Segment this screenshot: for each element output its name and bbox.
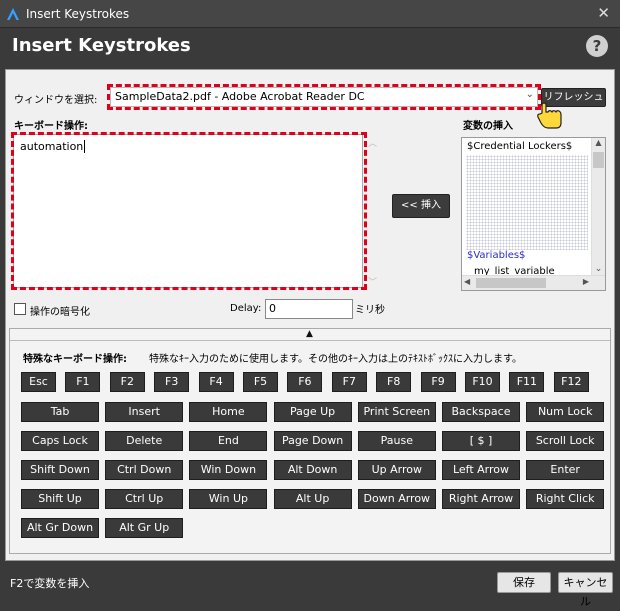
keyboard-label: キーボード操作: (14, 121, 88, 132)
window-select-label: ウィンドウを選択: (14, 95, 98, 106)
page-title: Insert Keystrokes (12, 35, 191, 56)
key-button[interactable]: F10 (465, 372, 500, 392)
window-select-value: SampleData2.pdf - Adobe Acrobat Reader D… (115, 90, 365, 103)
title-bar: Insert Keystrokes ✕ (0, 0, 620, 28)
key-button[interactable]: F2 (109, 372, 145, 392)
key-button[interactable]: Up Arrow (357, 460, 436, 480)
key-button[interactable]: Esc (21, 372, 56, 392)
window-select-dropdown[interactable]: SampleData2.pdf - Adobe Acrobat Reader D… (110, 87, 538, 107)
key-button[interactable]: Left Arrow (442, 460, 520, 480)
close-icon[interactable]: ✕ (597, 4, 610, 22)
key-button[interactable]: Tab (21, 402, 99, 422)
key-button[interactable]: F9 (420, 372, 456, 392)
delay-label: Delay: (230, 303, 262, 314)
key-button[interactable]: Home (189, 402, 268, 422)
textarea-scrollbar[interactable]: ︿ ﹀ (366, 134, 378, 288)
delay-input[interactable]: 0 (265, 299, 353, 319)
footer: F2で変数を挿入 保存 キャンセル (0, 563, 620, 608)
variables-label: 変数の挿入 (463, 121, 513, 132)
special-keys-section: ▲ 特殊なキーボード操作: 特殊なｷｰ入力のために使用します。その他のｷｰ入力は… (9, 328, 611, 554)
chevron-down-icon: ⌄ (525, 89, 534, 100)
key-button[interactable]: F12 (553, 372, 589, 392)
cancel-button[interactable]: キャンセル (558, 572, 613, 608)
save-button[interactable]: 保存 (497, 572, 551, 593)
variables-vertical-scrollbar[interactable]: ▲ ⌄ (591, 138, 605, 276)
key-button[interactable]: Pause (357, 431, 436, 451)
key-button[interactable]: Shift Up (21, 489, 99, 509)
key-button[interactable]: Shift Down (21, 460, 99, 480)
key-button[interactable]: F3 (154, 372, 190, 392)
key-button[interactable]: Caps Lock (21, 431, 99, 451)
key-button[interactable]: Win Up (189, 489, 268, 509)
key-button[interactable]: Num Lock (526, 402, 605, 422)
variables-list[interactable]: $Credential Lockers$ $Variables$ my_list… (461, 137, 606, 291)
insert-variable-button[interactable]: << 挿入 (392, 194, 450, 218)
keystroke-text: automation (20, 140, 84, 153)
divider (10, 340, 610, 341)
window-title: Insert Keystrokes (26, 6, 130, 21)
key-button[interactable]: Page Down (273, 431, 352, 451)
key-button[interactable]: F5 (243, 372, 278, 392)
key-button[interactable]: End (189, 431, 268, 451)
key-button[interactable]: F8 (376, 372, 412, 392)
app-logo-icon (7, 7, 19, 20)
help-icon[interactable]: ? (586, 35, 608, 57)
key-button[interactable]: F6 (287, 372, 323, 392)
key-button[interactable]: F7 (331, 372, 367, 392)
key-button[interactable]: Scroll Lock (526, 431, 605, 451)
key-button[interactable]: Win Down (189, 460, 268, 480)
list-item-variables[interactable]: $Variables$ (467, 250, 525, 261)
key-button[interactable]: Enter (526, 460, 605, 480)
key-button[interactable]: Delete (105, 431, 184, 451)
key-button[interactable]: Print Screen (357, 402, 436, 422)
key-button[interactable]: Backspace (442, 402, 520, 422)
hand-pointer-icon (537, 102, 562, 129)
key-button[interactable]: Page Up (273, 402, 352, 422)
delay-unit: ミリ秒 (355, 305, 385, 316)
key-button[interactable]: F1 (65, 372, 101, 392)
list-pattern (466, 155, 588, 250)
list-item-credential-lockers[interactable]: $Credential Lockers$ (467, 141, 572, 152)
encrypt-checkbox[interactable] (14, 303, 26, 315)
key-button[interactable]: F4 (198, 372, 234, 392)
key-button[interactable]: Alt Gr Up (105, 518, 184, 538)
key-button[interactable]: [ $ ] (442, 431, 520, 451)
collapse-arrow-icon[interactable]: ▲ (306, 329, 313, 339)
key-button[interactable]: F11 (509, 372, 545, 392)
key-button[interactable]: Right Click (526, 489, 605, 509)
header: Insert Keystrokes ? (0, 28, 620, 66)
key-button[interactable]: Down Arrow (357, 489, 436, 509)
key-button[interactable]: Ctrl Down (105, 460, 184, 480)
encrypt-label: 操作の暗号化 (30, 307, 90, 318)
key-button[interactable]: Insert (105, 402, 184, 422)
keystroke-textarea[interactable]: automation (13, 134, 363, 288)
special-keys-description: 特殊なｷｰ入力のために使用します。その他のｷｰ入力は上のﾃｷｽﾄﾎﾞｯｸｽに入力… (149, 354, 522, 365)
special-keys-title: 特殊なキーボード操作: (23, 354, 127, 365)
main-panel: ウィンドウを選択: SampleData2.pdf - Adobe Acroba… (5, 69, 615, 561)
key-button[interactable]: Alt Down (273, 460, 352, 480)
key-button[interactable]: Ctrl Up (105, 489, 184, 509)
footer-hint: F2で変数を挿入 (10, 577, 90, 590)
variables-horizontal-scrollbar[interactable]: ◀ ▶ (462, 275, 605, 290)
key-button[interactable]: Alt Gr Down (21, 518, 99, 538)
key-button[interactable]: Right Arrow (442, 489, 520, 509)
key-button[interactable]: Alt Up (273, 489, 352, 509)
